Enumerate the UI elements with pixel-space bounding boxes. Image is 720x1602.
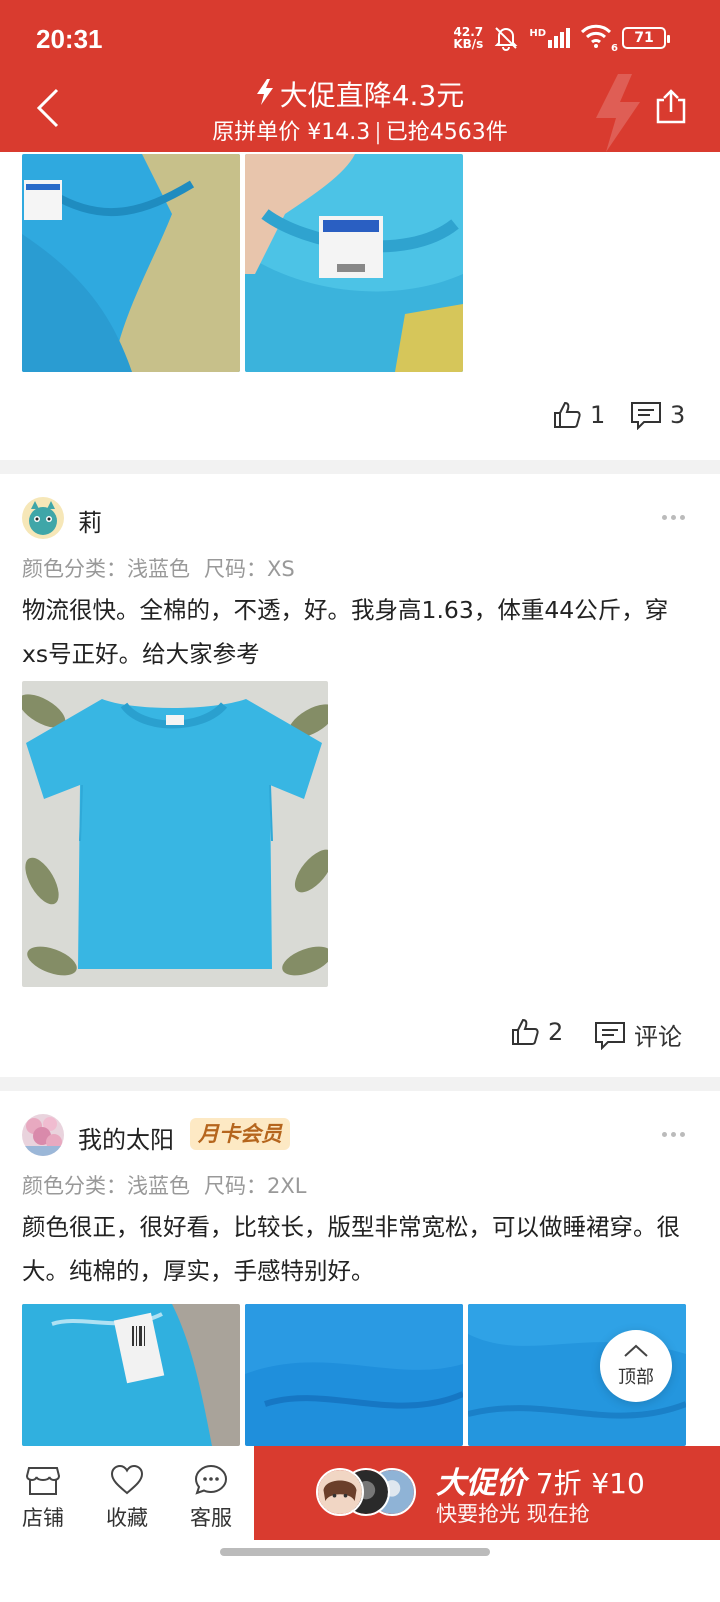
share-icon <box>656 89 686 124</box>
review3-photo-1[interactable] <box>22 1304 240 1446</box>
favorite-button[interactable]: 收藏 <box>92 1464 162 1532</box>
comment-icon <box>631 402 661 430</box>
home-indicator <box>220 1548 490 1556</box>
favorite-label: 收藏 <box>106 1506 148 1530</box>
customer-service-label: 客服 <box>190 1506 232 1530</box>
review3-username[interactable]: 我的太阳 <box>78 1120 174 1155</box>
spec-color: 颜色分类：浅蓝色 <box>22 557 190 581</box>
status-bar: 20:31 42.7 KB/s HD 6 71 <box>0 0 720 74</box>
thumbs-up-icon <box>512 1018 539 1045</box>
chat-bubble-icon <box>194 1464 228 1495</box>
status-icons: 42.7 KB/s HD 6 71 <box>453 24 670 54</box>
review2-like-button[interactable]: 2 <box>510 1017 563 1047</box>
header: 20:31 42.7 KB/s HD 6 71 大促直降4.3元 原拼单价 ¥1… <box>0 0 720 152</box>
back-to-top-label: 顶部 <box>618 1367 654 1388</box>
review2-comment-label: 评论 <box>634 1023 682 1051</box>
net-speed-unit: KB/s <box>453 37 484 51</box>
promo-price: 大促价 7折 ¥10 <box>436 1458 645 1502</box>
wifi-icon: 6 <box>580 24 618 54</box>
avatar[interactable] <box>22 1114 64 1156</box>
lightning-icon <box>256 79 273 105</box>
review2-like-count: 2 <box>548 1018 564 1046</box>
review1-like-count: 1 <box>590 401 606 429</box>
chevron-up-icon <box>624 1344 648 1357</box>
promo-subtext: 快要抢光 现在抢 <box>436 1502 590 1526</box>
buyer-avatars <box>316 1468 426 1516</box>
net-speed: 42.7 KB/s <box>453 26 483 50</box>
bottom-bar: 店铺 收藏 客服 大促价 7折 ¥10 快要抢光 现在抢 <box>0 1446 720 1602</box>
promo-title-text: 大促直降4.3元 <box>279 79 465 112</box>
store-icon <box>26 1467 60 1495</box>
more-options-button[interactable] <box>662 1132 685 1137</box>
avatar[interactable] <box>22 497 64 539</box>
review3-photo-2[interactable] <box>245 1304 463 1446</box>
signal-label: HD <box>529 28 546 39</box>
signal-icon: HD <box>529 28 570 48</box>
avatar <box>316 1468 364 1516</box>
status-time: 20:31 <box>36 24 103 54</box>
review2-text: 物流很快。全棉的，不透，好。我身高1.63，体重44公斤，穿xs号正好。给大家参… <box>22 596 669 668</box>
promo-label: 大促价 <box>436 1466 526 1501</box>
battery-indicator: 71 <box>622 27 670 49</box>
review2-spec: 颜色分类：浅蓝色 尺码：XS <box>22 553 295 583</box>
review3-spec: 颜色分类：浅蓝色 尺码：2XL <box>22 1170 306 1200</box>
mute-bell-icon <box>494 27 518 51</box>
subtitle-separator: | <box>374 120 382 145</box>
store-label: 店铺 <box>22 1506 64 1530</box>
comment-icon <box>595 1021 625 1050</box>
sold-count: 已抢4563件 <box>385 120 508 145</box>
customer-service-button[interactable]: 客服 <box>176 1464 246 1532</box>
review2-username[interactable]: 莉 <box>78 503 102 538</box>
review1-photo-1[interactable] <box>22 154 240 372</box>
member-badge: 月卡会员 <box>190 1118 290 1150</box>
review1-photo-2[interactable] <box>245 154 463 372</box>
review3-text: 颜色很正，很好看，比较长，版型非常宽松，可以做睡裙穿。很大。纯棉的，厚实，手感特… <box>22 1213 680 1285</box>
heart-icon <box>110 1464 144 1495</box>
buy-now-button[interactable]: 大促价 7折 ¥10 快要抢光 现在抢 <box>254 1446 720 1540</box>
promo-subtitle: 原拼单价 ¥14.3 | 已抢4563件 <box>0 114 720 146</box>
promo-discount: 7折 <box>535 1467 582 1500</box>
section-divider <box>0 460 720 474</box>
back-to-top-button[interactable]: 顶部 <box>600 1330 672 1402</box>
spec-size: 尺码：XS <box>204 557 295 581</box>
promo-title: 大促直降4.3元 <box>0 74 720 114</box>
store-button[interactable]: 店铺 <box>8 1464 78 1532</box>
more-options-button[interactable] <box>662 515 685 520</box>
section-divider <box>0 1077 720 1091</box>
review2-comment-button[interactable]: 评论 <box>594 1017 682 1052</box>
review1-comment-button[interactable]: 3 <box>630 400 685 430</box>
spec-color: 颜色分类：浅蓝色 <box>22 1174 190 1198</box>
review1-comment-count: 3 <box>670 401 686 429</box>
promo-price-value: ¥10 <box>591 1467 645 1500</box>
thumbs-up-icon <box>554 401 581 428</box>
original-price: 原拼单价 ¥14.3 <box>212 120 371 145</box>
spec-size: 尺码：2XL <box>204 1174 307 1198</box>
share-button[interactable] <box>654 88 694 130</box>
review1-like-button[interactable]: 1 <box>552 400 605 430</box>
review2-photo[interactable] <box>22 681 328 987</box>
wifi-label: 6 <box>611 43 618 54</box>
